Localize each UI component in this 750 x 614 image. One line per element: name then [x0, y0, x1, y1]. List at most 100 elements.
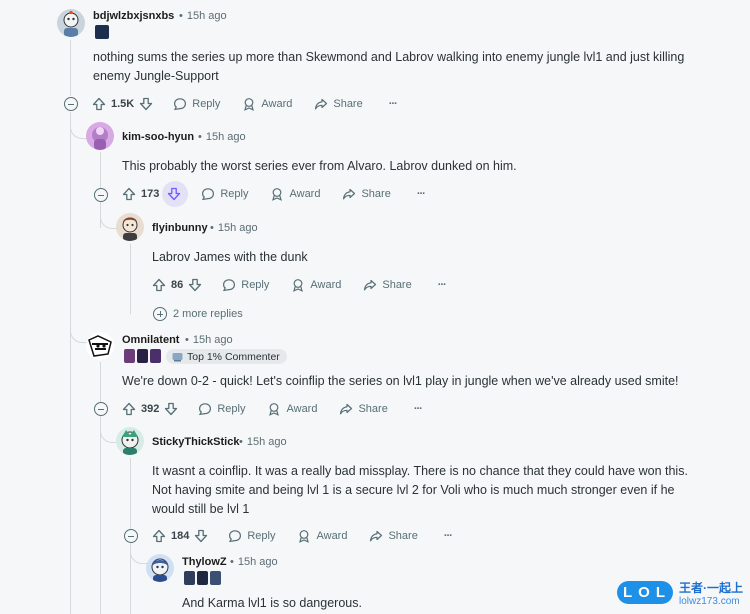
upvote-icon[interactable]	[152, 278, 166, 292]
thread-line-4b[interactable]	[100, 416, 101, 614]
watermark-logo-letters: LOL	[617, 581, 673, 604]
share-icon	[370, 530, 383, 542]
more-icon: ···	[437, 279, 447, 291]
vote-count: 173	[141, 188, 160, 200]
avatar[interactable]	[116, 427, 144, 455]
more-replies-link[interactable]: 2 more replies	[153, 307, 243, 321]
username[interactable]: StickyThickStick	[152, 436, 239, 448]
share-button[interactable]: Share	[314, 97, 363, 111]
thread-elbow	[100, 202, 117, 229]
comment-body: And Karma lvl1 is so dangerous.	[182, 596, 362, 610]
username[interactable]: ThylowZ	[182, 556, 227, 568]
share-icon	[364, 279, 377, 291]
thread-elbow	[70, 112, 87, 139]
downvote-icon[interactable]	[188, 278, 202, 292]
thread-line-5[interactable]	[130, 458, 131, 529]
thread-elbow	[100, 416, 117, 443]
comment-actions: 184 Reply Award Share ···	[152, 525, 453, 547]
reply-button[interactable]: Reply	[198, 402, 245, 416]
thread-line-4[interactable]	[100, 362, 101, 402]
more-options-button[interactable]: ···	[437, 279, 447, 291]
award-icon	[299, 530, 310, 543]
vote-count: 392	[141, 403, 160, 415]
thread-line-1[interactable]	[70, 40, 71, 96]
timestamp: • 15h ago	[230, 556, 278, 568]
thread-line-2[interactable]	[100, 152, 101, 188]
avatar[interactable]	[146, 554, 174, 582]
comment-actions: 392 Reply Award Share ···	[122, 398, 423, 420]
avatar[interactable]	[57, 9, 85, 37]
username[interactable]: flyinbunny	[152, 222, 208, 234]
comment-actions: 86 Reply Award Share ···	[152, 274, 447, 296]
reply-icon	[229, 530, 242, 543]
thread-line-3[interactable]	[130, 244, 131, 314]
upvote-icon[interactable]	[152, 529, 166, 543]
comment-actions: 1.5K Reply Award Share ···	[92, 93, 398, 115]
vote-group: 184	[152, 529, 208, 543]
share-button[interactable]: Share	[369, 529, 418, 543]
award-button[interactable]: Award	[242, 97, 292, 111]
timestamp: • 15h ago	[239, 436, 287, 448]
expand-icon	[153, 307, 167, 321]
more-options-button[interactable]: ···	[414, 403, 423, 415]
share-icon	[315, 98, 328, 110]
collapse-thread-button[interactable]	[94, 402, 108, 416]
share-icon	[343, 188, 356, 200]
user-flair	[95, 25, 109, 39]
username[interactable]: Omnilatent	[122, 334, 179, 346]
reply-button[interactable]: Reply	[228, 529, 275, 543]
comment-actions: 173 Reply Award Share ···	[122, 183, 426, 205]
upvote-icon[interactable]	[122, 187, 136, 201]
more-icon: ···	[416, 188, 426, 200]
downvote-icon[interactable]	[139, 97, 153, 111]
timestamp: • 15h ago	[179, 10, 227, 22]
share-button[interactable]: Share	[339, 402, 388, 416]
username[interactable]: bdjwlzbxjsnxbs	[93, 10, 174, 22]
more-options-button[interactable]: ···	[416, 188, 426, 200]
avatar[interactable]	[86, 332, 114, 360]
avatar[interactable]	[86, 122, 114, 150]
avatar[interactable]	[116, 213, 144, 241]
vote-group: 1.5K	[92, 97, 153, 111]
username[interactable]: kim-soo-hyun	[122, 131, 194, 143]
collapse-thread-button[interactable]	[64, 97, 78, 111]
thread-elbow	[130, 543, 147, 564]
site-watermark: LOL 王者·一起上 lolwz173.com	[617, 578, 747, 612]
watermark-cn: 王者·一起上	[679, 581, 743, 595]
award-icon	[269, 403, 280, 416]
more-options-button[interactable]: ···	[443, 530, 453, 542]
upvote-icon[interactable]	[92, 97, 106, 111]
award-button[interactable]: Award	[267, 402, 317, 416]
downvote-icon[interactable]	[194, 529, 208, 543]
more-icon: ···	[388, 98, 398, 110]
reply-button[interactable]: Reply	[222, 278, 269, 292]
reply-button[interactable]: Reply	[201, 187, 248, 201]
reply-icon	[202, 188, 215, 201]
more-options-button[interactable]: ···	[388, 98, 398, 110]
upvote-icon[interactable]	[122, 402, 136, 416]
reply-icon	[223, 279, 236, 292]
more-icon: ···	[443, 530, 453, 542]
award-button[interactable]: Award	[291, 278, 341, 292]
thread-line-1b[interactable]	[70, 112, 71, 614]
badge-icon	[172, 352, 183, 361]
timestamp: • 15h ago	[185, 334, 233, 346]
collapse-thread-button[interactable]	[124, 529, 138, 543]
downvote-icon[interactable]	[164, 402, 178, 416]
share-button[interactable]: Share	[363, 278, 412, 292]
comment-body: This probably the worst series ever from…	[122, 159, 517, 173]
award-button[interactable]: Award	[297, 529, 347, 543]
top-commenter-badge: Top 1% Commenter	[166, 349, 287, 364]
timestamp: • 15h ago	[198, 131, 246, 143]
collapse-thread-button[interactable]	[94, 188, 108, 202]
comment-body: Labrov James with the dunk	[152, 250, 308, 264]
award-button[interactable]: Award	[270, 187, 320, 201]
downvote-icon[interactable]	[167, 187, 181, 201]
share-icon	[340, 403, 353, 415]
share-button[interactable]: Share	[342, 187, 391, 201]
user-flair	[124, 349, 161, 363]
vote-count: 86	[171, 279, 184, 291]
comment-body: We're down 0-2 - quick! Let's coinflip t…	[122, 374, 679, 388]
vote-group: 173	[122, 187, 181, 201]
reply-button[interactable]: Reply	[173, 97, 220, 111]
